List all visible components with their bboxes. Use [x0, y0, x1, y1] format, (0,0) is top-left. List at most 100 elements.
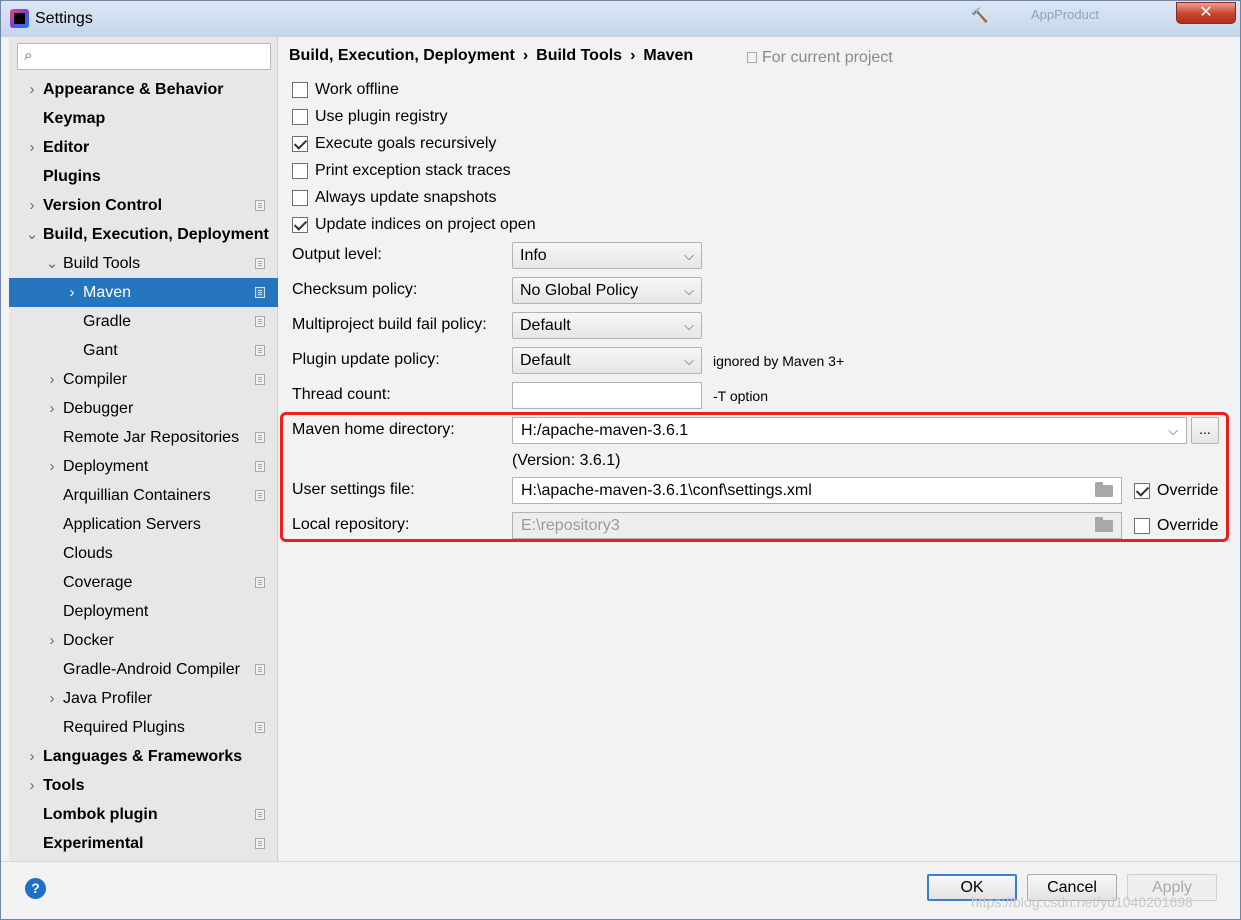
- sidebar-item-remote-jar-repositories[interactable]: Remote Jar Repositories: [9, 423, 278, 452]
- sidebar-item-label: Plugins: [43, 168, 101, 185]
- background-window-title: AppProduct: [1031, 7, 1099, 22]
- sidebar-item-label: Deployment: [63, 458, 149, 475]
- chevron-right-icon[interactable]: ›: [45, 626, 59, 655]
- use-plugin-registry-checkbox[interactable]: [292, 109, 308, 125]
- project-scope-icon: [255, 577, 265, 588]
- checksum-policy-value: No Global Policy: [520, 282, 639, 299]
- sidebar-item-label: Gradle: [83, 313, 132, 330]
- sidebar-item-compiler[interactable]: › Compiler: [9, 365, 278, 394]
- sidebar-item-required-plugins[interactable]: Required Plugins: [9, 713, 278, 742]
- always-update-snapshots-checkbox[interactable]: [292, 190, 308, 206]
- thread-count-hint: -T option: [713, 388, 768, 404]
- sidebar-item-label: Gant: [83, 342, 118, 359]
- project-scope-icon: [255, 287, 265, 298]
- sidebar-item-label: Appearance & Behavior: [43, 81, 224, 98]
- sidebar-item-label: Arquillian Containers: [63, 487, 211, 504]
- chevron-right-icon[interactable]: ›: [45, 684, 59, 713]
- checkbox-label: Execute goals recursively: [315, 135, 497, 152]
- plugin-update-policy-value: Default: [520, 352, 571, 369]
- scope-indicator: For current project: [747, 49, 893, 67]
- fail-policy-value: Default: [520, 317, 571, 334]
- chevron-down-icon[interactable]: ⌵: [1168, 418, 1178, 443]
- user-settings-override-checkbox[interactable]: [1134, 483, 1150, 499]
- browse-maven-home-button[interactable]: ...: [1191, 417, 1219, 444]
- breadcrumb-item[interactable]: Build, Execution, Deployment: [289, 47, 515, 64]
- sidebar-item-keymap[interactable]: Keymap: [9, 104, 278, 133]
- hammer-icon: 🔨: [971, 7, 989, 23]
- chevron-right-icon[interactable]: ›: [45, 452, 59, 481]
- sidebar-item-build-tools[interactable]: ⌄ Build Tools: [9, 249, 278, 278]
- project-scope-icon: [255, 664, 265, 675]
- sidebar-item-gant[interactable]: Gant: [9, 336, 278, 365]
- local-repository-override-checkbox[interactable]: [1134, 518, 1150, 534]
- chevron-right-icon[interactable]: ›: [25, 133, 39, 162]
- checkbox-label: Use plugin registry: [315, 108, 448, 125]
- sidebar-item-build-execution-deployment[interactable]: ⌄ Build, Execution, Deployment: [9, 220, 278, 249]
- sidebar-item-lombok-plugin[interactable]: Lombok plugin: [9, 800, 278, 829]
- thread-count-input[interactable]: [512, 382, 702, 409]
- sidebar-item-label: Version Control: [43, 197, 163, 214]
- sidebar-item-docker[interactable]: › Docker: [9, 626, 278, 655]
- chevron-right-icon[interactable]: ›: [45, 365, 59, 394]
- sidebar-item-coverage[interactable]: Coverage: [9, 568, 278, 597]
- user-settings-value: H:\apache-maven-3.6.1\conf\settings.xml: [521, 482, 812, 499]
- sidebar-item-label: Maven: [83, 284, 132, 301]
- breadcrumb-item[interactable]: Build Tools: [536, 47, 622, 64]
- sidebar-item-experimental[interactable]: Experimental: [9, 829, 278, 858]
- chevron-right-icon[interactable]: ›: [25, 75, 39, 104]
- chevron-right-icon[interactable]: ›: [25, 771, 39, 800]
- sidebar-item-label: Coverage: [63, 574, 133, 591]
- sidebar-item-arquillian-containers[interactable]: Arquillian Containers: [9, 481, 278, 510]
- breadcrumb-separator: ›: [522, 47, 529, 64]
- update-indices-checkbox[interactable]: [292, 217, 308, 233]
- settings-search[interactable]: ⌕: [17, 43, 271, 70]
- checksum-policy-select[interactable]: No Global Policy ⌵: [512, 277, 702, 304]
- sidebar-item-editor[interactable]: › Editor: [9, 133, 278, 162]
- sidebar-item-deployment[interactable]: Deployment: [9, 597, 278, 626]
- sidebar-item-plugins[interactable]: Plugins: [9, 162, 278, 191]
- sidebar-item-gradle-android-compiler[interactable]: Gradle-Android Compiler: [9, 655, 278, 684]
- folder-icon[interactable]: [1095, 482, 1113, 497]
- maven-home-value: H:/apache-maven-3.6.1: [521, 422, 689, 439]
- search-icon: ⌕: [24, 47, 33, 64]
- project-scope-icon: [255, 200, 265, 211]
- project-scope-icon: [255, 722, 265, 733]
- help-button[interactable]: ?: [25, 878, 46, 899]
- chevron-right-icon[interactable]: ›: [65, 278, 79, 307]
- chevron-right-icon[interactable]: ›: [25, 742, 39, 771]
- sidebar-item-appearance-behavior[interactable]: › Appearance & Behavior: [9, 75, 278, 104]
- sidebar-item-deployment[interactable]: › Deployment: [9, 452, 278, 481]
- sidebar-item-label: Docker: [63, 632, 114, 649]
- sidebar-item-application-servers[interactable]: Application Servers: [9, 510, 278, 539]
- chevron-right-icon[interactable]: ›: [25, 191, 39, 220]
- chevron-down-icon[interactable]: ⌄: [25, 220, 39, 249]
- work-offline-checkbox[interactable]: [292, 82, 308, 98]
- chevron-down-icon[interactable]: ⌄: [45, 249, 59, 278]
- sidebar-item-version-control[interactable]: › Version Control: [9, 191, 278, 220]
- sidebar-item-debugger[interactable]: › Debugger: [9, 394, 278, 423]
- sidebar-item-gradle[interactable]: Gradle: [9, 307, 278, 336]
- scope-label: For current project: [762, 49, 893, 66]
- fail-policy-select[interactable]: Default ⌵: [512, 312, 702, 339]
- close-button[interactable]: ✕: [1176, 2, 1236, 24]
- sidebar-item-clouds[interactable]: Clouds: [9, 539, 278, 568]
- output-level-select[interactable]: Info ⌵: [512, 242, 702, 269]
- project-scope-icon: [255, 432, 265, 443]
- project-scope-icon: [255, 258, 265, 269]
- search-input[interactable]: [50, 46, 265, 67]
- sidebar-item-java-profiler[interactable]: › Java Profiler: [9, 684, 278, 713]
- project-scope-icon: [255, 316, 265, 327]
- settings-window: Settings 🔨 AppProduct ✕ ⌕ › Appearance & …: [0, 0, 1241, 920]
- watermark: https://blog.csdn.net/yd1040201698: [971, 894, 1193, 910]
- chevron-right-icon[interactable]: ›: [45, 394, 59, 423]
- maven-home-combo[interactable]: H:/apache-maven-3.6.1 ⌵: [512, 417, 1187, 444]
- sidebar-item-maven[interactable]: › Maven: [9, 278, 278, 307]
- print-exception-stack-traces-checkbox[interactable]: [292, 163, 308, 179]
- plugin-update-policy-select[interactable]: Default ⌵: [512, 347, 702, 374]
- sidebar-item-tools[interactable]: › Tools: [9, 771, 278, 800]
- execute-goals-recursively-checkbox[interactable]: [292, 136, 308, 152]
- checkbox-label: Always update snapshots: [315, 189, 497, 206]
- sidebar-item-languages-frameworks[interactable]: › Languages & Frameworks: [9, 742, 278, 771]
- sidebar-item-label: Remote Jar Repositories: [63, 429, 240, 446]
- user-settings-field[interactable]: H:\apache-maven-3.6.1\conf\settings.xml: [512, 477, 1122, 504]
